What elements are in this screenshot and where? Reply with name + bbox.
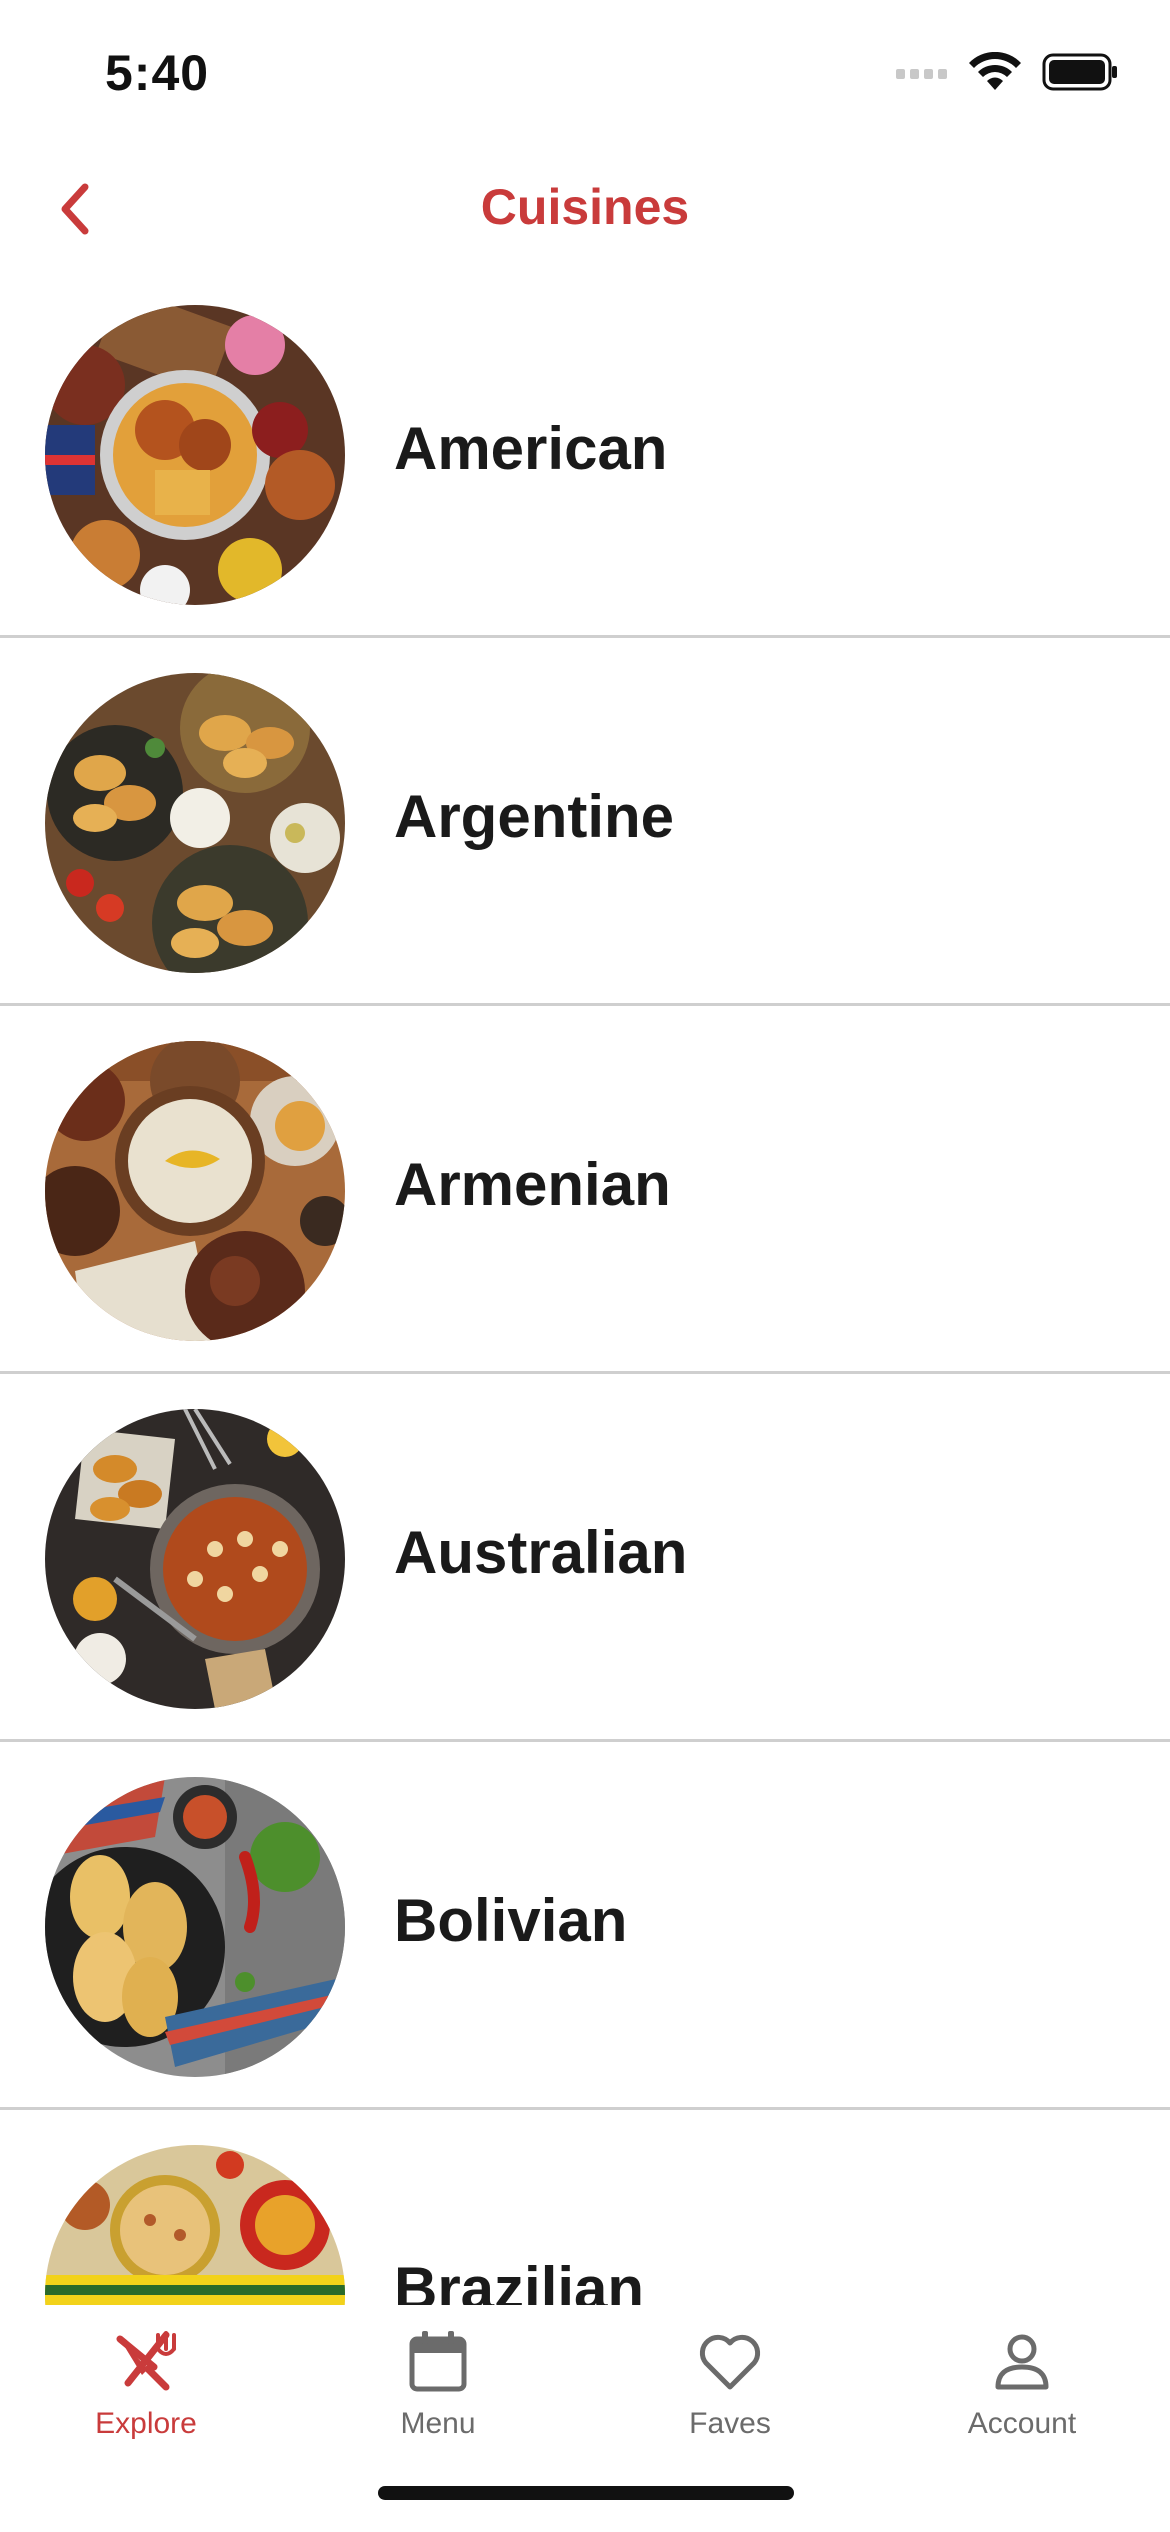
cuisine-name: Bolivian: [394, 1887, 628, 1954]
cuisine-image-australian: [45, 1409, 345, 1709]
navigation-bar: Cuisines: [0, 150, 1170, 270]
tab-label: Account: [967, 2407, 1077, 2440]
person-icon: [986, 2325, 1058, 2397]
page-title: Cuisines: [480, 179, 690, 235]
status-bar: 5:40: [0, 0, 1170, 150]
cuisine-image-armenian: [45, 1041, 345, 1341]
cellular-signal-icon: [896, 69, 947, 79]
cuisine-image-bolivian: [45, 1777, 345, 2077]
battery-icon: [1042, 53, 1117, 91]
calendar-icon: [402, 2325, 474, 2397]
tab-label: Menu: [400, 2407, 476, 2440]
tab-explore[interactable]: Explore: [0, 2325, 292, 2475]
cuisine-name: American: [394, 415, 668, 482]
cuisine-row-australian[interactable]: Australian: [0, 1374, 1170, 1742]
wifi-icon: [969, 52, 1021, 90]
cuisine-name: Brazilian: [394, 2255, 645, 2305]
cuisine-list[interactable]: American Argentine Armenian Australian B…: [0, 270, 1170, 2305]
cuisine-row-argentine[interactable]: Argentine: [0, 638, 1170, 1006]
cuisine-row-american[interactable]: American: [0, 270, 1170, 638]
cuisine-name: Argentine: [394, 783, 675, 850]
status-icons: [896, 52, 1118, 92]
cuisine-row-brazilian[interactable]: Brazilian: [0, 2110, 1170, 2305]
cuisine-image-brazilian: [45, 2145, 345, 2305]
cuisines-screen: 5:40 Cuisines American Argentine Armenia…: [0, 0, 1170, 2532]
tab-menu[interactable]: Menu: [292, 2325, 584, 2475]
cuisine-name: Australian: [394, 1519, 688, 1586]
status-time: 5:40: [105, 45, 210, 101]
tab-account[interactable]: Account: [876, 2325, 1168, 2475]
tab-label: Faves: [689, 2407, 771, 2440]
cuisine-row-bolivian[interactable]: Bolivian: [0, 1742, 1170, 2110]
heart-icon: [694, 2325, 766, 2397]
tab-faves[interactable]: Faves: [584, 2325, 876, 2475]
cuisine-name: Armenian: [394, 1151, 671, 1218]
tab-label: Explore: [95, 2407, 197, 2440]
cuisine-image-argentine: [45, 673, 345, 973]
cuisine-row-armenian[interactable]: Armenian: [0, 1006, 1170, 1374]
home-indicator: [378, 2486, 794, 2500]
cuisine-image-american: [45, 305, 345, 605]
fork-knife-icon: [110, 2325, 182, 2397]
